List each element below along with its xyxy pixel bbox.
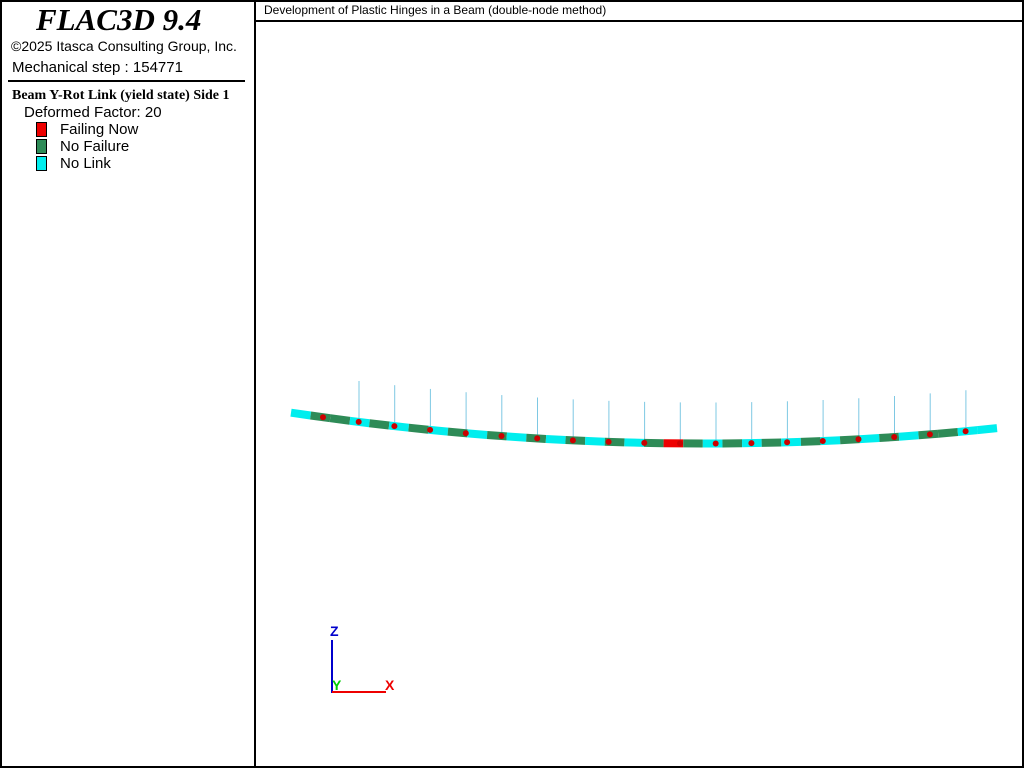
legend-label: No Link <box>60 155 111 172</box>
beam-node <box>891 434 897 440</box>
legend-item-failing-now: Failing Now <box>36 121 138 138</box>
beam <box>291 413 997 444</box>
beam-segment <box>860 438 880 439</box>
beam-segment <box>801 441 821 442</box>
beam-segment <box>977 428 997 430</box>
deformed-factor: Deformed Factor: 20 <box>24 104 162 121</box>
beam-node <box>463 430 469 436</box>
legend-swatch <box>36 139 47 154</box>
app-title: FLAC3D 9.4 <box>36 2 201 38</box>
beam-node <box>391 423 397 429</box>
legend-swatch <box>36 122 47 137</box>
beam-segment <box>468 433 488 435</box>
beam-segment <box>507 436 527 437</box>
beam-node <box>606 439 612 445</box>
beam-node <box>713 440 719 446</box>
beam-segment <box>369 423 389 425</box>
beam-node <box>784 439 790 445</box>
divider <box>8 80 245 82</box>
beam-node <box>499 433 505 439</box>
beam-segment <box>546 439 566 440</box>
beam-node <box>748 440 754 446</box>
view-title-bar: Development of Plastic Hinges in a Beam … <box>256 0 1024 22</box>
axis-triad: Z Y X <box>330 623 395 693</box>
legend-swatch <box>36 156 47 171</box>
model-viewport[interactable]: Z Y X <box>258 22 1022 766</box>
beam-segment <box>585 441 605 442</box>
beam-node <box>641 440 647 446</box>
copyright-text: ©2025 Itasca Consulting Group, Inc. <box>11 38 237 54</box>
legend-item-no-failure: No Failure <box>36 138 138 155</box>
beam-segment <box>330 418 350 421</box>
y-axis-label: Y <box>332 677 342 693</box>
legend-panel: FLAC3D 9.4 ©2025 Itasca Consulting Group… <box>0 0 256 768</box>
legend-label: No Failure <box>60 138 129 155</box>
beam-segment <box>899 435 919 436</box>
legend: Failing Now No Failure No Link <box>36 121 138 172</box>
legend-item-no-link: No Link <box>36 155 138 172</box>
beam-node <box>927 431 933 437</box>
z-axis-label: Z <box>330 623 339 639</box>
beam-segment <box>938 432 958 434</box>
beam-node <box>570 437 576 443</box>
view-title: Development of Plastic Hinges in a Beam … <box>264 3 606 17</box>
beam-node <box>856 436 862 442</box>
mechanical-step: Mechanical step : 154771 <box>12 59 183 76</box>
beam-node <box>356 419 362 425</box>
beam-node <box>963 428 969 434</box>
beam-node <box>677 440 683 446</box>
plot-item-title: Beam Y-Rot Link (yield state) Side 1 <box>12 88 254 104</box>
model-view-canvas[interactable]: Z Y X <box>258 22 1022 766</box>
beam-node <box>427 427 433 433</box>
beam-segment <box>291 413 311 416</box>
beam-node <box>534 435 540 441</box>
beam-segment <box>409 428 429 430</box>
x-axis-label: X <box>385 677 395 693</box>
beam-node <box>320 414 326 420</box>
beam-node <box>820 438 826 444</box>
legend-label: Failing Now <box>60 121 138 138</box>
